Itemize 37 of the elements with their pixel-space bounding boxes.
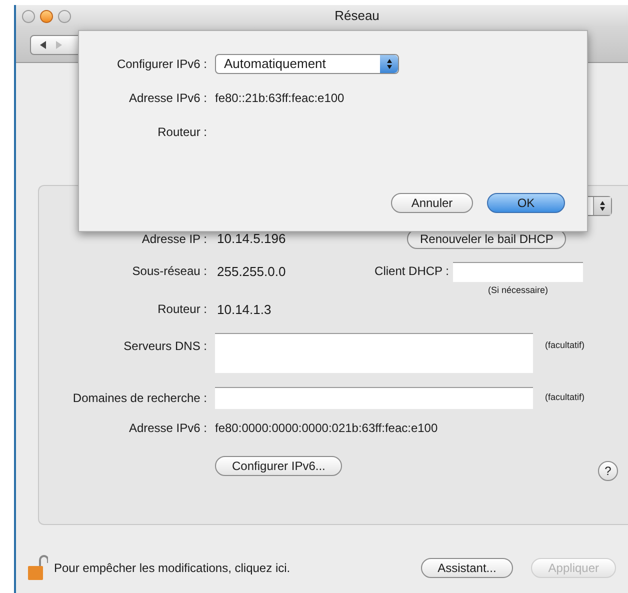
field-label: Configurer IPv6 :: [116, 56, 207, 73]
hint-text: (Si nécessaire): [488, 284, 548, 297]
field-label: Routeur :: [158, 124, 207, 141]
optional-note: (facultatif): [545, 391, 585, 404]
sheet-button[interactable]: Annuler: [391, 193, 473, 213]
field-label: Domaines de recherche :: [72, 390, 207, 407]
stepper-arrows-icon: [386, 58, 392, 70]
stepper-arrows-icon: [599, 200, 606, 212]
help-button[interactable]: ?: [598, 461, 618, 481]
search-domains-field[interactable]: [215, 387, 533, 409]
lock-icon: [28, 555, 48, 581]
back-arrow-icon: [39, 40, 47, 48]
ip-address-value: 10.14.5.196: [217, 230, 287, 248]
subnet-value: 255.255.0.0: [217, 263, 287, 281]
footer-button[interactable]: Assistant...: [420, 558, 514, 578]
ipv6-address-value: fe80:0000:0000:0000:021b:63ff:feac:e100: [215, 420, 438, 437]
configure-ipv6-popup[interactable]: Automatiquement: [215, 54, 399, 74]
lock-message: Pour empêcher les modifications, cliquez ici.: [54, 560, 290, 577]
configure-ipv6-button[interactable]: Configurer IPv6...: [215, 456, 342, 476]
router-value: 10.14.1.3: [217, 300, 272, 318]
field-label: Serveurs DNS :: [124, 338, 207, 355]
field-label: Adresse IP :: [142, 231, 207, 248]
field-label: Client DHCP :: [374, 263, 450, 280]
window-title: Réseau: [334, 7, 380, 26]
field-value: fe80::21b:63ff:feac:e100: [215, 90, 344, 107]
optional-note: (facultatif): [545, 339, 585, 352]
dhcp-client-field[interactable]: [453, 262, 583, 282]
field-label: Sous-réseau :: [132, 263, 207, 280]
close-button[interactable]: [22, 10, 35, 22]
field-label: Adresse IPv6 :: [128, 90, 207, 107]
field-label: Routeur :: [158, 301, 207, 318]
minimize-button[interactable]: [40, 10, 53, 22]
sheet-button[interactable]: OK: [487, 193, 565, 213]
zoom-button[interactable]: [58, 10, 71, 22]
forward-arrow-icon: [55, 40, 63, 48]
dns-servers-field[interactable]: [215, 333, 533, 373]
field-label: Adresse IPv6 :: [128, 420, 207, 437]
